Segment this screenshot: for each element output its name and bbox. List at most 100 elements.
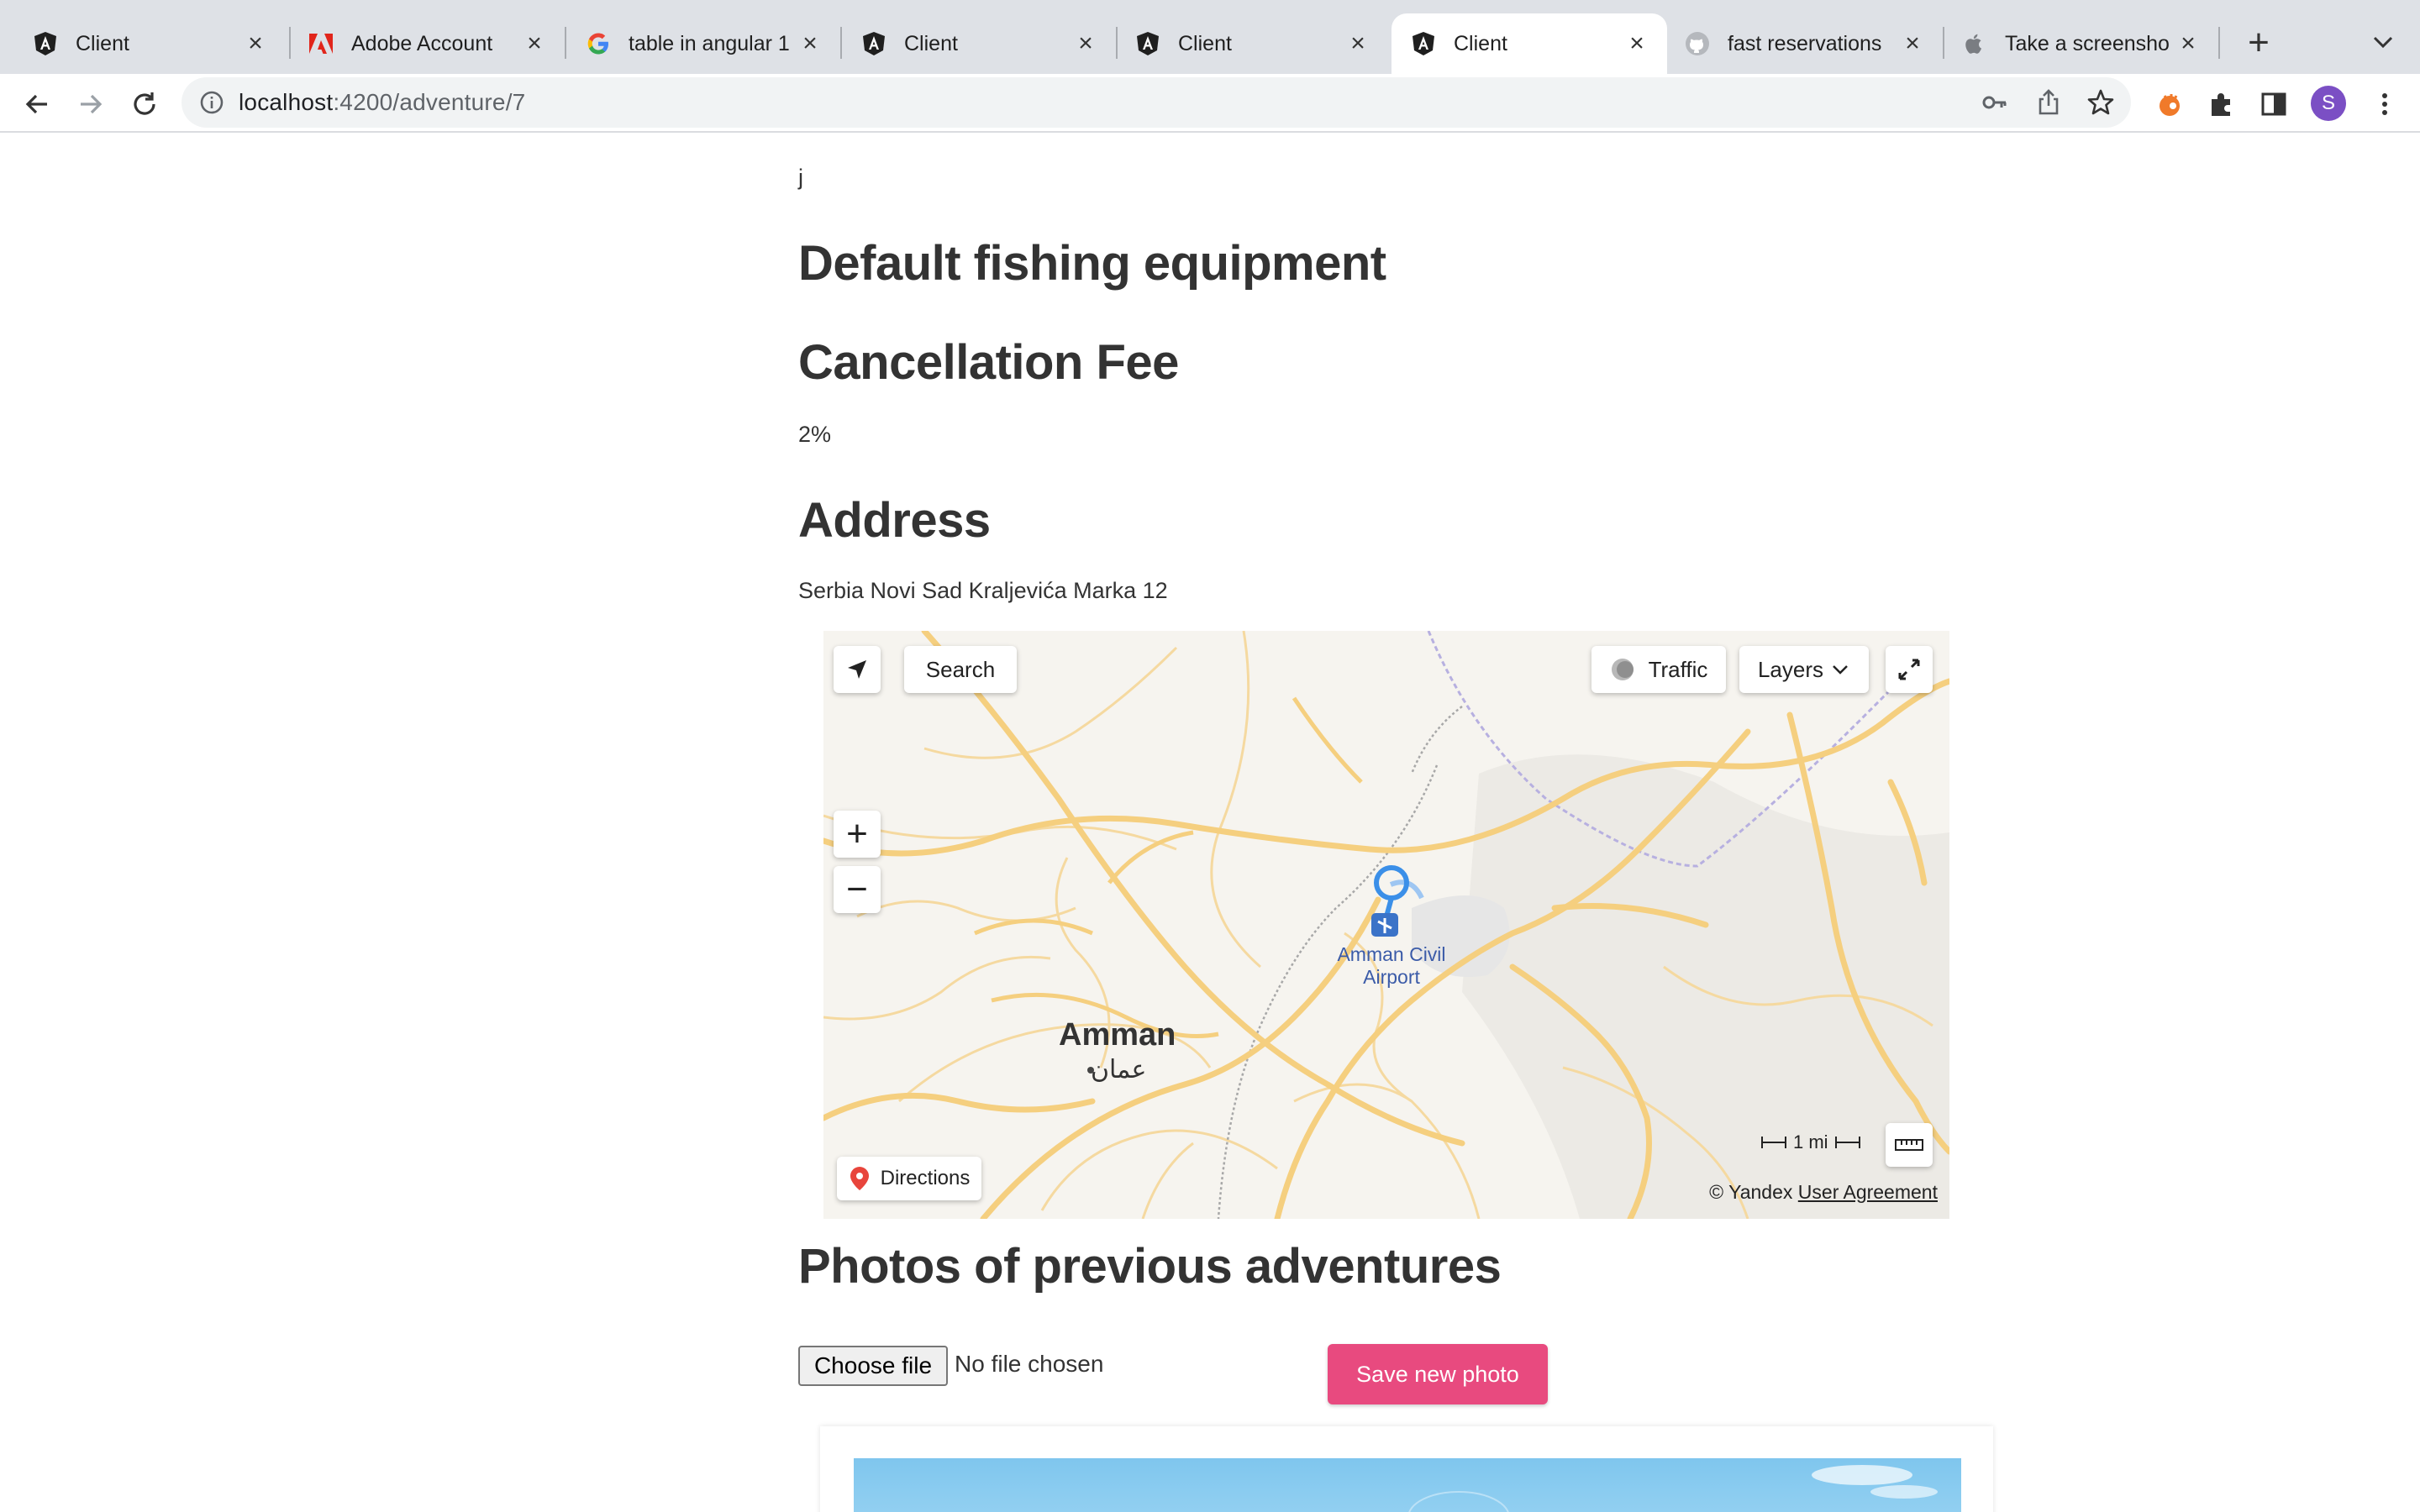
tab-adobe-account[interactable]: Adobe Account ×: [291, 13, 565, 74]
github-icon: [1684, 30, 1711, 57]
tab-title: Adobe Account: [351, 31, 493, 55]
back-button[interactable]: [15, 82, 59, 126]
reload-icon: [134, 92, 155, 115]
close-icon[interactable]: ×: [1623, 30, 1650, 57]
scale-bar-right: [1834, 1137, 1860, 1148]
tab-github[interactable]: fast reservations ×: [1669, 13, 1943, 74]
layers-label: Layers: [1757, 656, 1824, 682]
site-info-icon[interactable]: [197, 87, 227, 118]
airport-label-line1: Amman Civil: [1337, 943, 1446, 965]
forward-arrow-icon: [81, 94, 103, 114]
close-icon[interactable]: ×: [1072, 30, 1099, 57]
tab-client-active[interactable]: Client ×: [1392, 13, 1667, 74]
tab-title: Take a screensho: [2005, 31, 2170, 55]
new-tab-button[interactable]: +: [2235, 22, 2282, 66]
map-scale: 1 mi: [1761, 1131, 1860, 1153]
tab-title: Client: [1178, 31, 1232, 55]
apple-icon: [1961, 30, 1988, 57]
side-panel-icon[interactable]: [2257, 87, 2291, 121]
yandex-map[interactable]: Amman Civil Airport Amman عمان Search Tr…: [823, 631, 1949, 1219]
menu-kebab-icon[interactable]: [2368, 87, 2402, 121]
tab-title: Client: [1454, 31, 1507, 55]
url-host: localhost: [239, 89, 334, 115]
layers-button[interactable]: Layers: [1739, 646, 1869, 693]
zoom-out-button[interactable]: −: [834, 866, 881, 913]
close-icon[interactable]: ×: [797, 30, 823, 57]
tab-client-3[interactable]: Client ×: [1118, 13, 1388, 74]
tab-title: Client: [904, 31, 958, 55]
city-label-arabic: عمان: [1091, 1056, 1147, 1084]
close-icon[interactable]: ×: [521, 30, 548, 57]
city-label: Amman: [1059, 1017, 1176, 1053]
share-icon[interactable]: [2033, 87, 2064, 118]
url-text: localhost:4200/adventure/7: [239, 89, 525, 116]
tab-search-chevron-icon[interactable]: [2366, 25, 2400, 59]
map-copyright: © Yandex User Agreement: [1709, 1181, 1938, 1204]
ruler-icon: [1895, 1139, 1923, 1151]
close-icon[interactable]: ×: [242, 30, 269, 57]
expand-icon: [1898, 659, 1920, 680]
tab-take-screenshot[interactable]: Take a screensho ×: [1944, 13, 2218, 74]
sky-clouds-image: [1408, 1465, 1938, 1512]
choose-file-button[interactable]: Choose file: [798, 1346, 948, 1386]
traffic-light-icon: [1611, 659, 1634, 680]
browser-toolbar: localhost:4200/adventure/7 S: [0, 74, 2420, 133]
back-arrow-icon: [25, 94, 47, 114]
tab-client-1[interactable]: Client ×: [0, 13, 286, 74]
angular-icon: [32, 30, 59, 57]
fullscreen-button[interactable]: [1886, 646, 1933, 693]
scale-label: 1 mi: [1793, 1131, 1828, 1152]
geolocation-arrow-icon: [848, 660, 866, 679]
cancellation-fee-value: 2%: [798, 422, 832, 447]
save-new-photo-button[interactable]: Save new photo: [1328, 1344, 1548, 1404]
chevron-down-icon: [1833, 665, 1848, 675]
tab-title: table in angular 1: [629, 31, 790, 55]
tab-separator: [2218, 27, 2220, 59]
tab-title: fast reservations: [1728, 31, 1882, 55]
copyright-text: © Yandex: [1709, 1181, 1793, 1203]
top-text: j: [798, 165, 803, 190]
adobe-icon: [308, 30, 334, 57]
cancellation-fee-heading: Cancellation Fee: [798, 335, 1179, 390]
close-icon[interactable]: ×: [1899, 30, 1926, 57]
google-icon: [585, 30, 612, 57]
zoom-in-button[interactable]: +: [834, 811, 881, 858]
tab-client-2[interactable]: Client ×: [842, 13, 1116, 74]
forward-button[interactable]: [69, 82, 113, 126]
profile-avatar[interactable]: S: [2311, 86, 2346, 121]
airport-label-line2: Airport: [1363, 966, 1420, 988]
directions-label: Directions: [880, 1167, 971, 1189]
extensions-puzzle-icon[interactable]: [2205, 87, 2238, 121]
ruler-button[interactable]: [1886, 1123, 1933, 1167]
bookmark-star-icon[interactable]: [2086, 87, 2116, 118]
traffic-button[interactable]: Traffic: [1591, 646, 1726, 693]
directions-button[interactable]: Directions: [837, 1157, 981, 1200]
scale-bar-left: [1761, 1137, 1786, 1148]
password-key-icon[interactable]: [1980, 87, 2010, 118]
traffic-label: Traffic: [1648, 656, 1708, 682]
tab-google-search[interactable]: table in angular 1 ×: [566, 13, 840, 74]
map-base-layer: [823, 631, 1949, 1219]
airport-label: Amman Civil Airport: [1329, 943, 1454, 989]
user-agreement-link[interactable]: User Agreement: [1798, 1181, 1938, 1203]
photo-card: [820, 1426, 1993, 1512]
tab-bar: Client × Adobe Account × table in angula…: [0, 0, 2420, 74]
map-search-button[interactable]: Search: [904, 646, 1017, 693]
no-file-chosen-text: No file chosen: [955, 1351, 1104, 1377]
map-search-label: Search: [925, 656, 996, 682]
page-content: j Default fishing equipment Cancellation…: [0, 133, 2420, 1512]
extension-orange-icon[interactable]: [2153, 87, 2186, 121]
photos-heading: Photos of previous adventures: [798, 1239, 1502, 1294]
close-icon[interactable]: ×: [1344, 30, 1371, 57]
angular-icon: [1134, 30, 1161, 57]
adventure-photo[interactable]: [854, 1458, 1961, 1512]
reload-button[interactable]: [123, 82, 166, 126]
angular-icon: [860, 30, 887, 57]
address-heading: Address: [798, 493, 991, 548]
directions-pin-icon: [850, 1167, 869, 1190]
close-icon[interactable]: ×: [2175, 30, 2202, 57]
address-bar[interactable]: localhost:4200/adventure/7: [182, 77, 2131, 128]
tab-title: Client: [76, 31, 129, 55]
geolocation-button[interactable]: [834, 646, 881, 693]
address-value: Serbia Novi Sad Kraljevića Marka 12: [798, 578, 1168, 603]
